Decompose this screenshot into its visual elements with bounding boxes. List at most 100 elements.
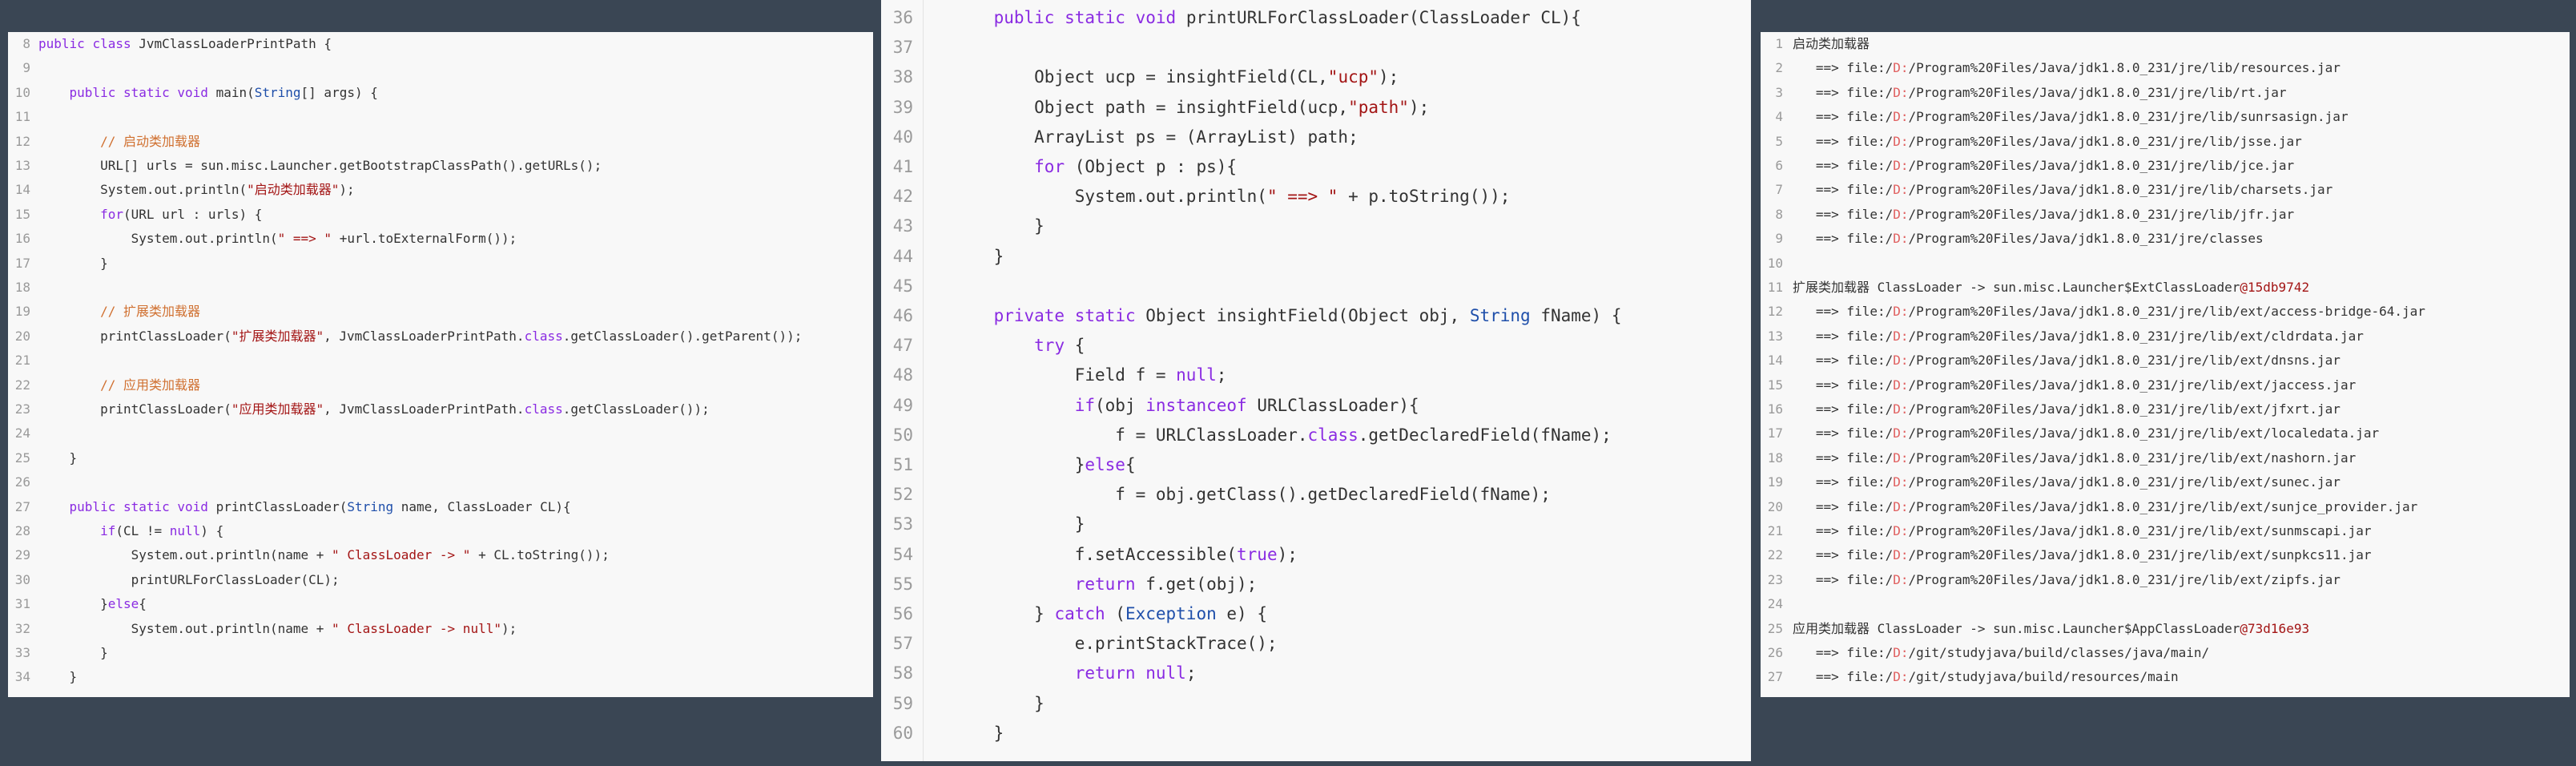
code-line: 36 public static void printURLForClassLo…	[881, 3, 1751, 33]
line-text: System.out.println("启动类加载器");	[38, 182, 355, 198]
code-line: 30 printURLForClassLoader(CL);	[8, 568, 873, 592]
line-text: ==> file:/D:/Program%20Files/Java/jdk1.8…	[1793, 377, 2357, 393]
code-line: 43 }	[881, 212, 1751, 241]
line-text: try {	[1034, 336, 1085, 356]
code-line: 6 ==> file:/D:/Program%20Files/Java/jdk1…	[1761, 154, 2570, 178]
line-text: public static void printClassLoader(Stri…	[69, 498, 571, 514]
code-line: 11 扩展类加载器 ClassLoader -> sun.misc.Launche…	[1761, 276, 2570, 300]
line-text: Object path = insightField(ucp,"path");	[953, 97, 1430, 117]
line-number: 40	[892, 127, 913, 147]
line-text: ==> file:/D:/Program%20Files/Java/jdk1.8…	[1793, 450, 2357, 466]
line-number: 37	[892, 38, 913, 58]
line-text: 启动类加载器	[1793, 36, 1870, 51]
line-text: ==> file:/D:/Program%20Files/Java/jdk1.8…	[1793, 231, 2264, 247]
code-line: 44 }	[881, 242, 1751, 272]
line-number: 13	[1767, 328, 1783, 344]
code-line: 7 ==> file:/D:/Program%20Files/Java/jdk1…	[1761, 178, 2570, 202]
line-number: 59	[892, 693, 913, 713]
line-text: return f.get(obj);	[1074, 574, 1258, 594]
line-number: 56	[892, 604, 913, 623]
line-number: 24	[14, 425, 30, 441]
line-text: ==> file:/D:/Program%20Files/Java/jdk1.8…	[1793, 353, 2341, 369]
code-line: 27 public static void printClassLoader(S…	[8, 495, 873, 519]
line-text: ==> file:/D:/Program%20Files/Java/jdk1.8…	[1793, 206, 2295, 222]
code-line: 8 public class JvmClassLoaderPrintPath {	[8, 32, 873, 56]
code-line: 26	[8, 470, 873, 494]
line-number: 15	[1767, 377, 1783, 393]
code-line: 18	[8, 276, 873, 300]
code-line: 50 f = URLClassLoader.class.getDeclaredF…	[881, 421, 1751, 450]
line-text: } catch (Exception e) {	[953, 604, 1267, 623]
line-number: 28	[14, 523, 30, 538]
code-line: 48 Field f = null;	[881, 361, 1751, 390]
code-line: 14 System.out.println("启动类加载器");	[8, 178, 873, 202]
line-number: 43	[892, 216, 913, 236]
line-text: }	[38, 645, 108, 660]
line-number: 32	[14, 620, 30, 636]
line-text: if(obj instanceof URLClassLoader){	[1074, 395, 1419, 415]
line-text: System.out.println(name + " ClassLoader …	[38, 620, 517, 636]
code-line: 20 printClassLoader("扩展类加载器", JvmClassLo…	[8, 325, 873, 349]
code-line: 39 Object path = insightField(ucp,"path"…	[881, 93, 1751, 123]
code-line: 17 }	[8, 252, 873, 276]
code-line: 10 public static void main(String[] args…	[8, 81, 873, 105]
code-line: 9	[8, 56, 873, 80]
code-panel-insight: 36 public static void printURLForClassLo…	[881, 0, 1751, 761]
code-line: 9 ==> file:/D:/Program%20Files/Java/jdk1…	[1761, 227, 2570, 251]
line-number: 19	[14, 304, 30, 320]
code-line: 53 }	[881, 510, 1751, 539]
code-line: 25 }	[8, 446, 873, 470]
code-line: 60 }	[881, 719, 1751, 748]
line-number: 14	[14, 182, 30, 198]
console-output-panel: 1 启动类加载器 2 ==> file:/D:/Program%20Files/Ja…	[1761, 32, 2570, 697]
line-number: 2	[1775, 60, 1783, 76]
line-text: ==> file:/D:/Program%20Files/Java/jdk1.8…	[1793, 401, 2341, 417]
line-text: e.printStackTrace();	[953, 634, 1278, 654]
line-text: ==> file:/D:/Program%20Files/Java/jdk1.8…	[1793, 304, 2425, 320]
line-text: private static Object insightField(Objec…	[993, 306, 1622, 325]
line-number: 17	[14, 255, 30, 271]
code-line: 40 ArrayList ps = (ArrayList) path;	[881, 123, 1751, 152]
line-number: 3	[1775, 84, 1783, 100]
line-number: 18	[14, 280, 30, 295]
code-line: 42 System.out.println(" ==> " + p.toStri…	[881, 182, 1751, 212]
line-text: System.out.println(name + " ClassLoader …	[38, 547, 610, 563]
code-line: 57 e.printStackTrace();	[881, 629, 1751, 659]
code-line: 10	[1761, 252, 2570, 276]
line-text: ==> file:/D:/Program%20Files/Java/jdk1.8…	[1793, 84, 2287, 100]
line-number: 53	[892, 514, 913, 534]
code-line: 14 ==> file:/D:/Program%20Files/Java/jdk…	[1761, 349, 2570, 373]
line-text: ==> file:/D:/Program%20Files/Java/jdk1.8…	[1793, 498, 2418, 514]
code-line: 19 ==> file:/D:/Program%20Files/Java/jdk…	[1761, 470, 2570, 494]
code-line: 58 return null;	[881, 659, 1751, 688]
line-number: 39	[892, 97, 913, 117]
line-text: for (Object p : ps){	[1034, 157, 1238, 176]
line-text: ==> file:/D:/git/studyjava/build/classes…	[1793, 645, 2210, 660]
line-text: return null;	[1074, 663, 1197, 683]
line-text: }	[953, 693, 1044, 713]
line-number: 21	[1767, 523, 1783, 538]
line-number: 22	[1767, 547, 1783, 563]
line-text: ==> file:/D:/Program%20Files/Java/jdk1.8…	[1793, 474, 2341, 490]
line-number: 20	[1767, 498, 1783, 514]
line-number: 46	[892, 306, 913, 325]
line-number: 26	[1767, 645, 1783, 660]
code-panel-main: 8 public class JvmClassLoaderPrintPath {9…	[8, 32, 873, 697]
line-text: Object ucp = insightField(CL,"ucp");	[953, 67, 1399, 87]
line-number: 10	[14, 84, 30, 100]
line-number: 42	[892, 187, 913, 207]
code-line: 16 ==> file:/D:/Program%20Files/Java/jdk…	[1761, 397, 2570, 421]
code-line: 15 ==> file:/D:/Program%20Files/Java/jdk…	[1761, 373, 2570, 397]
line-text: 扩展类加载器 ClassLoader -> sun.misc.Launcher$…	[1793, 280, 2310, 295]
line-text: URL[] urls = sun.misc.Launcher.getBootst…	[38, 158, 602, 173]
line-number: 30	[14, 571, 30, 587]
code-line: 34 }	[8, 665, 873, 689]
line-text: public class JvmClassLoaderPrintPath {	[38, 36, 332, 51]
line-number: 57	[892, 634, 913, 654]
line-number: 23	[1767, 571, 1783, 587]
code-line: 27 ==> file:/D:/git/studyjava/build/reso…	[1761, 665, 2570, 689]
line-text: printURLForClassLoader(CL);	[38, 571, 340, 587]
line-number: 38	[892, 67, 913, 87]
line-text: ==> file:/D:/Program%20Files/Java/jdk1.8…	[1793, 109, 2349, 125]
line-number: 27	[14, 498, 30, 514]
